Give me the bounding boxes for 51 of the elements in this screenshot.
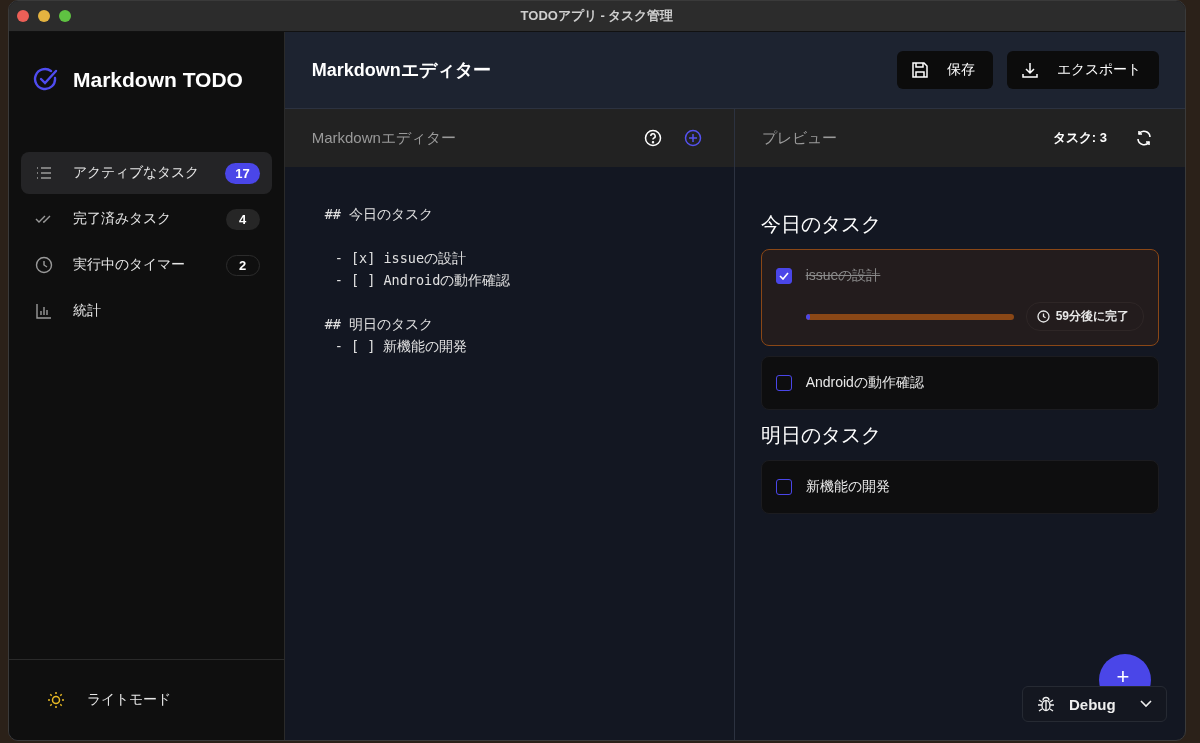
download-icon [1021, 61, 1039, 79]
clock-icon [35, 256, 53, 274]
pane-title: プレビュー [761, 128, 838, 148]
debug-dropdown[interactable]: Debug [1022, 686, 1167, 722]
markdown-heading: ## 今日のタスク [324, 205, 435, 224]
timer-pill: 59分後に完了 [1025, 302, 1144, 331]
clock-icon [1036, 310, 1050, 323]
check-circle-icon [33, 67, 59, 93]
add-icon[interactable] [683, 129, 702, 147]
page-title: Markdownエディター [311, 59, 492, 82]
markdown-heading: ## 明日のタスク [324, 315, 435, 334]
minimize-window-button[interactable] [38, 10, 50, 22]
section-heading: 明日のタスク [760, 423, 882, 448]
theme-toggle[interactable]: ライトモード [9, 659, 284, 740]
save-icon [911, 61, 929, 79]
checkbox[interactable] [775, 479, 792, 495]
pane-title: Markdownエディター [311, 128, 457, 148]
sidebar-item[interactable]: 完了済みタスク 4 [21, 198, 272, 240]
markdown-line: - [x] issueの設計 [333, 249, 468, 268]
window-title: TODOアプリ - タスク管理 [520, 7, 674, 25]
task-label: issueの設計 [805, 267, 881, 285]
sidebar-item[interactable]: 実行中のタイマー 2 [21, 244, 272, 286]
count-badge: 17 [225, 162, 260, 184]
sidebar-item[interactable]: 統計 [21, 290, 272, 332]
sun-icon [47, 691, 65, 709]
list-icon [35, 164, 53, 182]
item-label: アクティブなタスク [73, 164, 200, 182]
app-logo-text: Markdown TODO [73, 68, 243, 92]
refresh-icon[interactable] [1135, 129, 1153, 147]
item-label: 統計 [73, 302, 102, 320]
item-label: 実行中のタイマー [73, 256, 186, 274]
task-count: タスク: 3 [1052, 129, 1107, 147]
checkmark-icon [778, 272, 789, 280]
help-icon[interactable] [643, 129, 662, 147]
close-window-button[interactable] [17, 10, 29, 22]
checkbox[interactable] [775, 375, 792, 391]
sidebar-item[interactable]: アクティブなタスク 17 [21, 152, 272, 194]
save-button[interactable]: 保存 [897, 51, 993, 89]
bar-chart-icon [35, 302, 53, 320]
checkbox[interactable] [775, 268, 792, 284]
zoom-window-button[interactable] [59, 10, 71, 22]
markdown-line: - [ ] 新機能の開発 [333, 337, 469, 356]
task-label: Androidの動作確認 [805, 374, 924, 392]
section-heading: 今日のタスク [760, 212, 882, 237]
markdown-line: - [ ] Androidの動作確認 [333, 271, 512, 290]
chevron-down-icon [1140, 700, 1152, 708]
item-label: 完了済みタスク [73, 210, 172, 228]
task-label: 新機能の開発 [805, 478, 890, 496]
bug-icon [1037, 695, 1055, 713]
export-button[interactable]: エクスポート [1007, 51, 1159, 89]
count-badge: 4 [225, 208, 260, 230]
